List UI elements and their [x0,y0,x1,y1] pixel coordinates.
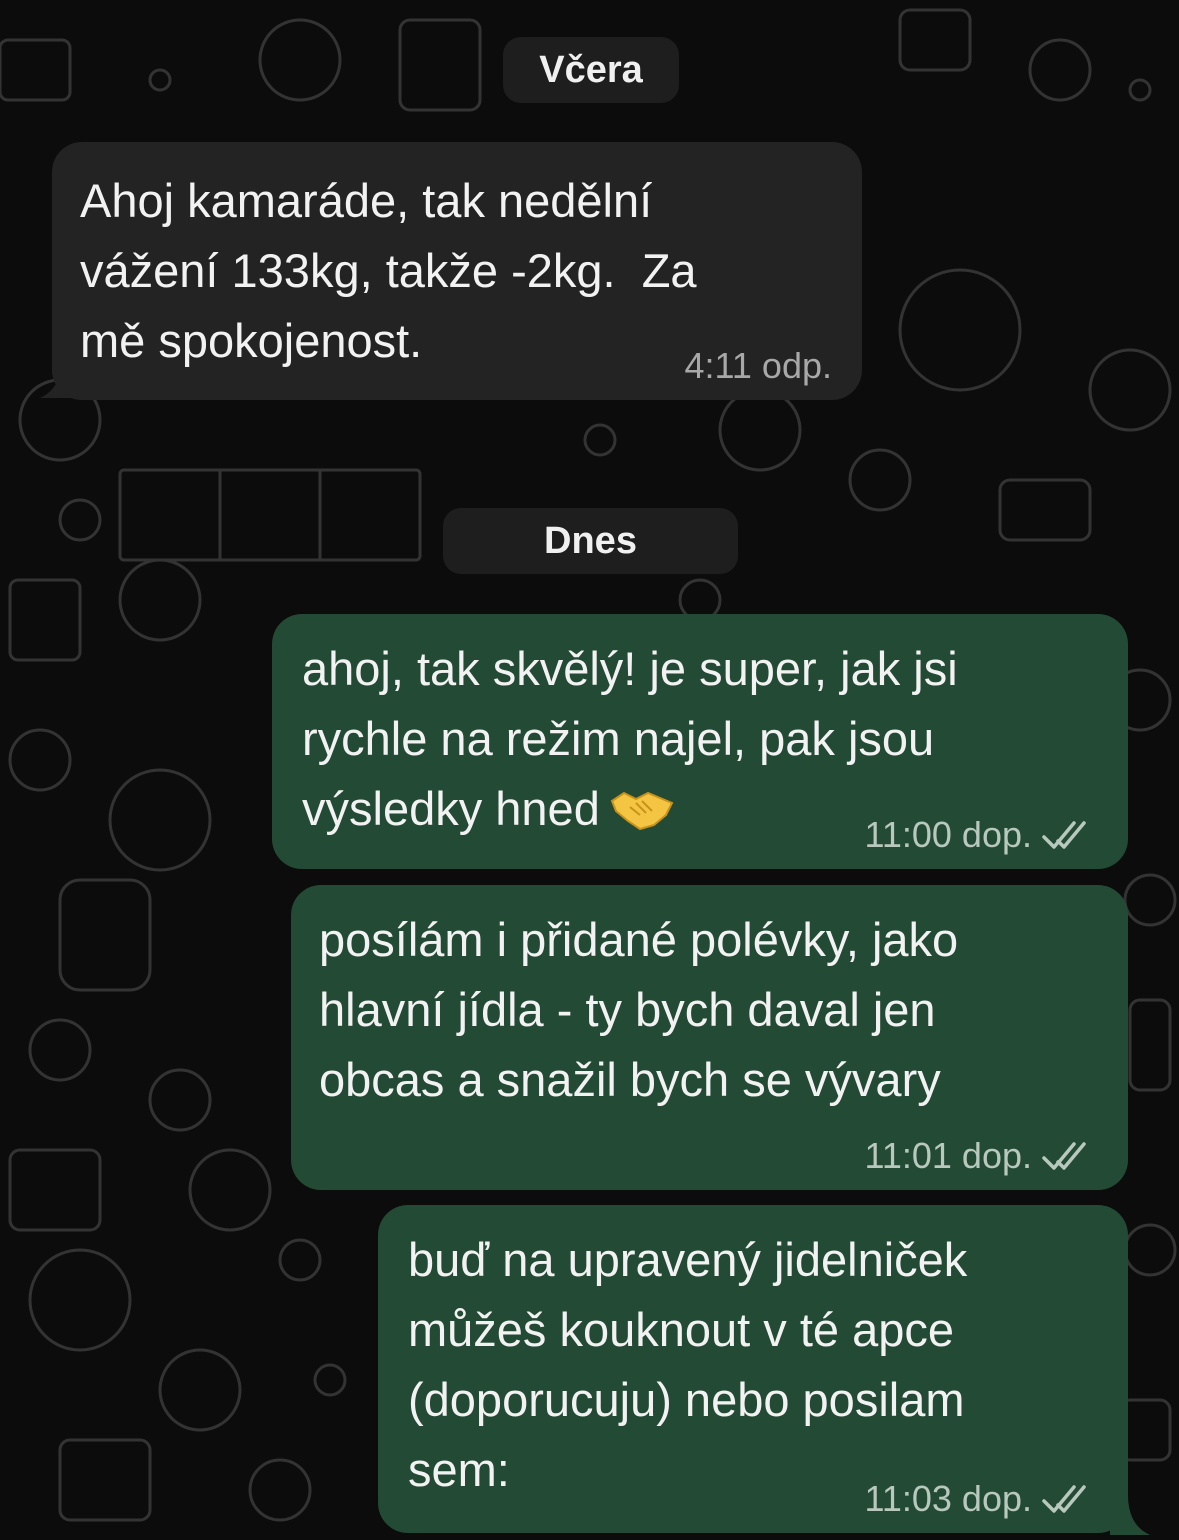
message-time: 11:01 dop. [864,1135,1032,1176]
date-separator-label: Dnes [544,520,637,562]
chat-view[interactable]: Včera Ahoj kamaráde, tak nedělní vážení … [0,0,1179,1540]
message-text: posílám i přidané polévky, jako hlavní j… [319,913,959,1106]
message-bubble-incoming[interactable]: Ahoj kamaráde, tak nedělní vážení 133kg,… [52,142,862,400]
date-separator-today: Dnes [443,508,738,574]
double-check-icon [1042,1483,1098,1515]
message-bubble-outgoing[interactable]: ahoj, tak skvělý! je super, jak jsi rych… [272,614,1128,869]
date-separator-label: Včera [539,49,643,91]
message-time: 4:11 odp. [684,345,832,386]
message-bubble-outgoing[interactable]: buď na upravený jidelniček můžeš kouknou… [378,1205,1128,1533]
double-check-icon [1042,1140,1098,1172]
handshake-emoji-icon [610,782,674,852]
message-meta: 4:11 odp. [685,346,832,386]
double-check-icon [1042,819,1098,851]
message-time: 11:00 dop. [864,814,1032,855]
message-text: buď na upravený jidelniček můžeš kouknou… [408,1233,968,1496]
date-separator-yesterday: Včera [503,37,679,103]
message-meta: 11:00 dop. [865,815,1098,855]
message-time: 11:03 dop. [864,1478,1032,1519]
message-meta: 11:03 dop. [865,1479,1098,1519]
message-meta: 11:01 dop. [865,1136,1098,1176]
message-bubble-outgoing[interactable]: posílám i přidané polévky, jako hlavní j… [291,885,1128,1190]
